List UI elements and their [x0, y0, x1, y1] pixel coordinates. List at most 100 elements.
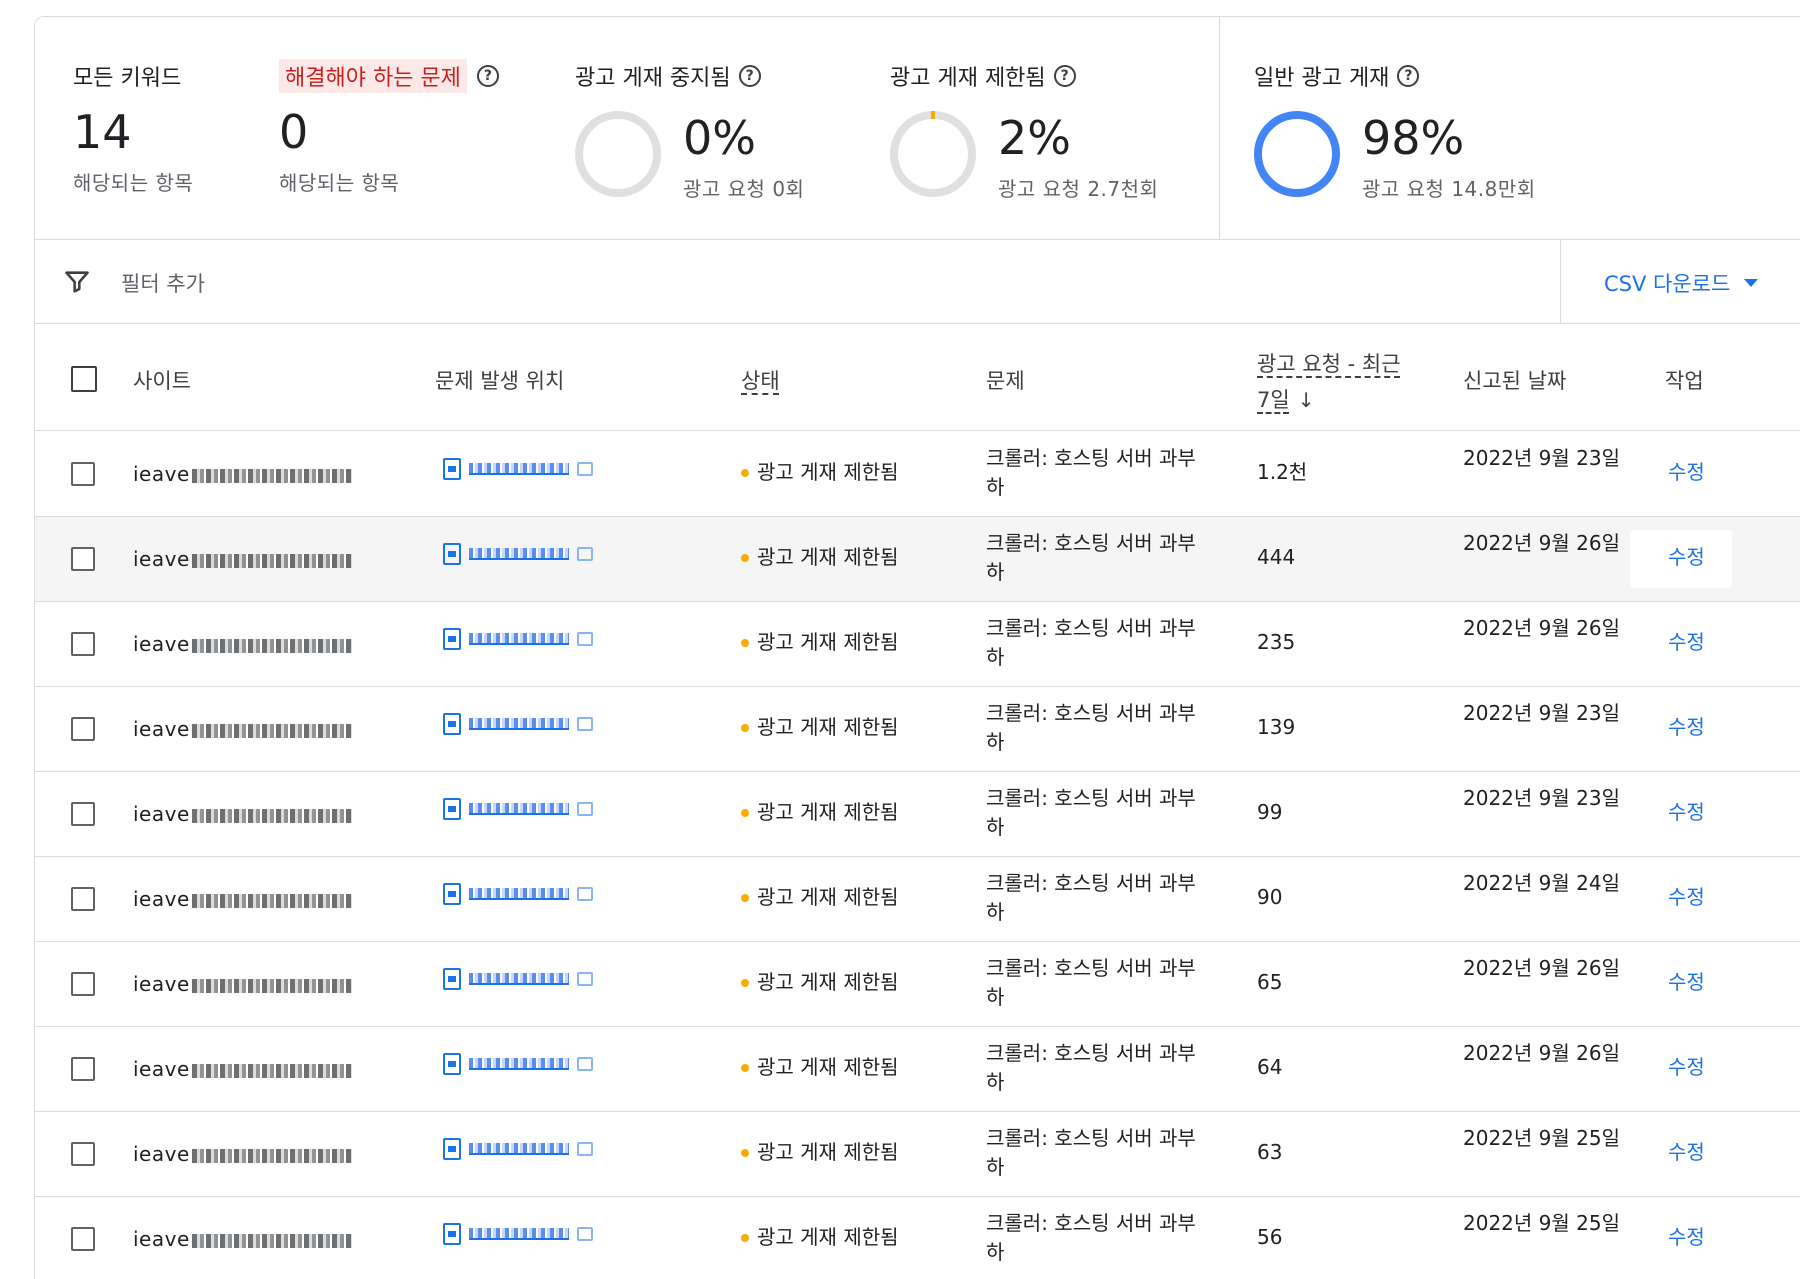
csv-download-button[interactable]: CSV 다운로드: [1604, 268, 1759, 298]
issues-sub: 해당되는 항목: [279, 171, 400, 195]
all-keywords-stat[interactable]: 모든 키워드 14 해당되는 항목: [73, 59, 193, 196]
open-external-icon[interactable]: [577, 1227, 593, 1241]
row-requests: 56: [1257, 1225, 1283, 1249]
fix-button[interactable]: 수정: [1668, 543, 1705, 572]
table-row[interactable]: ieave 광고 게재 제한됨 크롤러: 호스팅 서버 과부하 139 2022…: [35, 687, 1800, 772]
table-row[interactable]: ieave 광고 게재 제한됨 크롤러: 호스팅 서버 과부하 65 2022년…: [35, 942, 1800, 1027]
help-icon[interactable]: ?: [1397, 65, 1420, 87]
row-checkbox[interactable]: [71, 547, 95, 571]
limited-stat[interactable]: 광고 게재 제한됨?: [890, 59, 1076, 93]
open-external-icon[interactable]: [577, 802, 593, 816]
fix-button[interactable]: 수정: [1668, 968, 1705, 997]
row-checkbox[interactable]: [71, 1142, 95, 1166]
row-requests: 139: [1257, 715, 1296, 739]
open-external-icon[interactable]: [577, 887, 593, 901]
header-issue[interactable]: 문제: [986, 365, 1025, 395]
redacted-location-link[interactable]: [469, 633, 569, 645]
header-location[interactable]: 문제 발생 위치: [435, 365, 564, 395]
open-external-icon[interactable]: [577, 1057, 593, 1071]
row-checkbox[interactable]: [71, 1227, 95, 1251]
fix-button[interactable]: 수정: [1668, 713, 1705, 742]
fix-button[interactable]: 수정: [1668, 1138, 1705, 1167]
fix-button[interactable]: 수정: [1668, 798, 1705, 827]
help-icon[interactable]: ?: [1053, 65, 1076, 87]
row-checkbox[interactable]: [71, 802, 95, 826]
row-location[interactable]: [443, 883, 593, 905]
row-checkbox[interactable]: [71, 887, 95, 911]
issues-stat[interactable]: 해결해야 하는 문제 ? 0 해당되는 항목: [279, 59, 499, 196]
redacted-site-suffix: [191, 808, 352, 823]
site-name: ieave: [133, 972, 190, 996]
open-external-icon[interactable]: [577, 632, 593, 646]
help-icon[interactable]: ?: [738, 65, 761, 87]
row-location[interactable]: [443, 798, 593, 820]
fix-button[interactable]: 수정: [1668, 458, 1705, 487]
fix-button[interactable]: 수정: [1668, 1053, 1705, 1082]
header-status[interactable]: 상태: [741, 365, 780, 395]
page-icon: [443, 713, 461, 735]
filter-icon[interactable]: [63, 268, 91, 296]
sort-desc-icon: ↓: [1297, 388, 1315, 412]
header-requests[interactable]: 광고 요청 - 최근 7일 ↓: [1257, 346, 1401, 418]
table-row[interactable]: ieave 광고 게재 제한됨 크롤러: 호스팅 서버 과부하 99 2022년…: [35, 772, 1800, 857]
status-dot-icon: [741, 468, 749, 477]
redacted-location-link[interactable]: [469, 803, 569, 815]
table-row[interactable]: ieave 광고 게재 제한됨 크롤러: 호스팅 서버 과부하 235 2022…: [35, 602, 1800, 687]
paused-ring: [575, 111, 661, 197]
header-reported[interactable]: 신고된 날짜: [1463, 365, 1566, 395]
row-location[interactable]: [443, 968, 593, 990]
redacted-location-link[interactable]: [469, 463, 569, 475]
redacted-location-link[interactable]: [469, 548, 569, 560]
row-checkbox[interactable]: [71, 462, 95, 486]
table-row[interactable]: ieave 광고 게재 제한됨 크롤러: 호스팅 서버 과부하 56 2022년…: [35, 1197, 1800, 1279]
status-dot-icon: [741, 1148, 749, 1157]
table-row[interactable]: ieave 광고 게재 제한됨 크롤러: 호스팅 서버 과부하 444 2022…: [35, 517, 1800, 602]
table-row[interactable]: ieave 광고 게재 제한됨 크롤러: 호스팅 서버 과부하 63 2022년…: [35, 1112, 1800, 1197]
row-status: 광고 게재 제한됨: [741, 968, 899, 997]
fix-button[interactable]: 수정: [1668, 628, 1705, 657]
header-site[interactable]: 사이트: [133, 365, 191, 395]
row-location[interactable]: [443, 628, 593, 650]
row-checkbox[interactable]: [71, 972, 95, 996]
redacted-location-link[interactable]: [469, 718, 569, 730]
redacted-location-link[interactable]: [469, 1228, 569, 1240]
filter-input[interactable]: 필터 추가: [121, 268, 205, 298]
row-status: 광고 게재 제한됨: [741, 713, 899, 742]
table-row[interactable]: ieave 광고 게재 제한됨 크롤러: 호스팅 서버 과부하 64 2022년…: [35, 1027, 1800, 1112]
row-location[interactable]: [443, 458, 593, 480]
open-external-icon[interactable]: [577, 717, 593, 731]
normal-stat[interactable]: 일반 광고 게재?: [1254, 59, 1420, 93]
select-all-checkbox[interactable]: [71, 366, 97, 392]
row-location[interactable]: [443, 1138, 593, 1160]
redacted-location-link[interactable]: [469, 1143, 569, 1155]
row-location[interactable]: [443, 1053, 593, 1075]
row-reported-date: 2022년 9월 25일: [1463, 1211, 1620, 1235]
fix-button[interactable]: 수정: [1668, 883, 1705, 912]
row-location[interactable]: [443, 713, 593, 735]
summary-divider: [1219, 17, 1220, 240]
row-site: ieave: [133, 545, 352, 574]
table-row[interactable]: ieave 광고 게재 제한됨 크롤러: 호스팅 서버 과부하 90 2022년…: [35, 857, 1800, 942]
row-location[interactable]: [443, 1223, 593, 1245]
csv-download-container: CSV 다운로드: [1560, 240, 1800, 324]
open-external-icon[interactable]: [577, 972, 593, 986]
row-status: 광고 게재 제한됨: [741, 798, 899, 827]
open-external-icon[interactable]: [577, 1142, 593, 1156]
row-location[interactable]: [443, 543, 593, 565]
row-requests: 99: [1257, 800, 1283, 824]
help-icon[interactable]: ?: [476, 65, 499, 87]
row-site: ieave: [133, 460, 352, 489]
row-status: 광고 게재 제한됨: [741, 458, 899, 487]
row-checkbox[interactable]: [71, 632, 95, 656]
open-external-icon[interactable]: [577, 462, 593, 476]
open-external-icon[interactable]: [577, 547, 593, 561]
row-checkbox[interactable]: [71, 1057, 95, 1081]
paused-stat[interactable]: 광고 게재 중지됨?: [575, 59, 761, 93]
redacted-location-link[interactable]: [469, 973, 569, 985]
status-dot-icon: [741, 638, 749, 647]
redacted-location-link[interactable]: [469, 888, 569, 900]
redacted-location-link[interactable]: [469, 1058, 569, 1070]
fix-button[interactable]: 수정: [1668, 1223, 1705, 1252]
row-checkbox[interactable]: [71, 717, 95, 741]
table-row[interactable]: ieave 광고 게재 제한됨 크롤러: 호스팅 서버 과부하 1.2천 202…: [35, 432, 1800, 517]
